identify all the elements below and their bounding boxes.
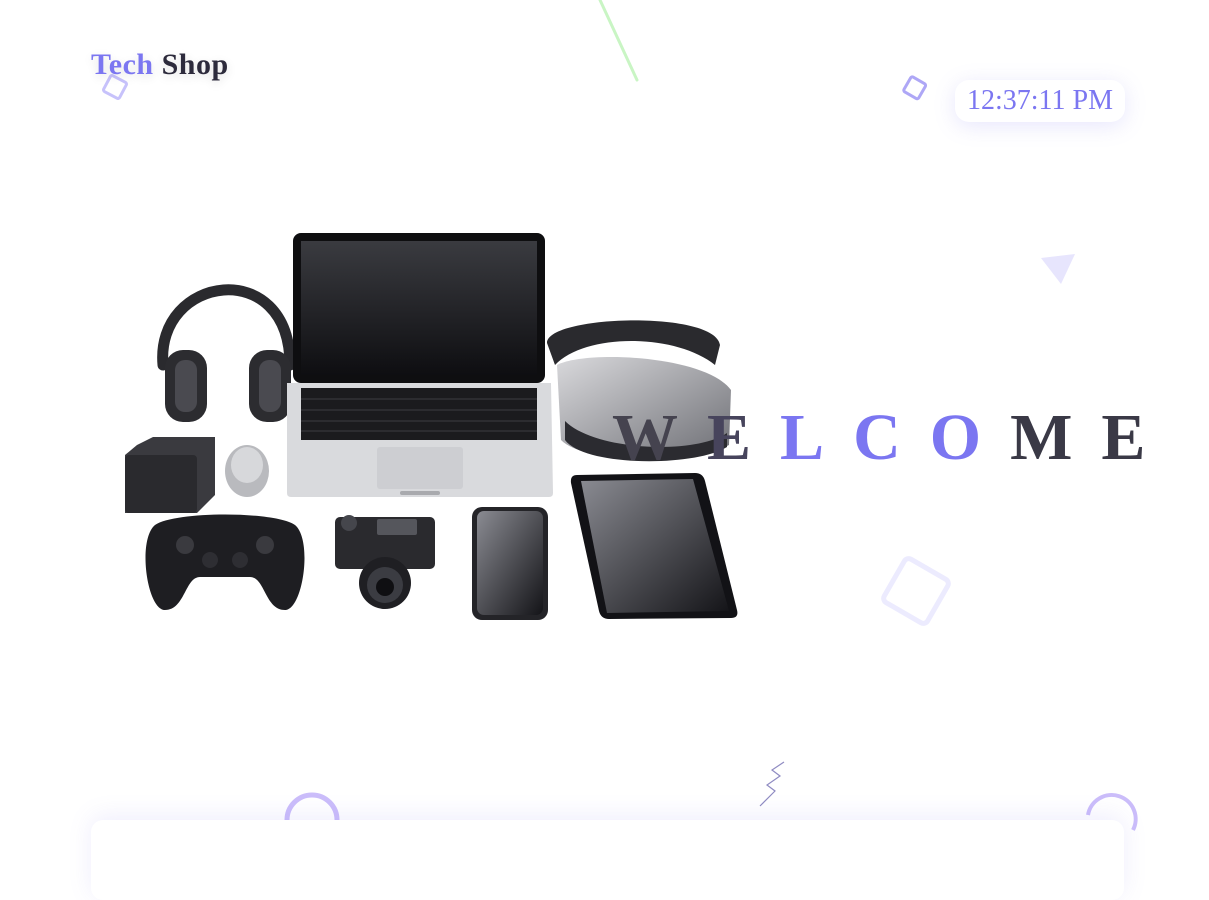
mouse-icon bbox=[225, 445, 269, 497]
brand-logo[interactable]: Tech Shop bbox=[91, 48, 229, 82]
laptop-icon bbox=[287, 233, 553, 497]
welcome-letter: E bbox=[1101, 401, 1146, 474]
brand-logo-part2: Shop bbox=[161, 48, 229, 81]
content-card bbox=[91, 820, 1124, 900]
welcome-letter: E bbox=[707, 401, 752, 474]
gamepad-icon bbox=[145, 514, 305, 610]
welcome-letter: M bbox=[1010, 401, 1073, 474]
welcome-letter: C bbox=[853, 401, 901, 474]
tablet-icon bbox=[570, 473, 738, 619]
welcome-letter: L bbox=[780, 401, 825, 474]
brand-logo-part1: Tech bbox=[91, 48, 154, 81]
smartphone-icon bbox=[472, 507, 548, 620]
camera-icon bbox=[335, 515, 435, 609]
headphones-icon bbox=[157, 284, 296, 422]
welcome-letter: W bbox=[612, 401, 678, 474]
clock-display: 12:37:11 PM bbox=[955, 80, 1125, 122]
hdd-icon bbox=[125, 437, 215, 513]
welcome-heading: WELCOME bbox=[612, 398, 1174, 478]
welcome-letter: O bbox=[929, 401, 982, 474]
